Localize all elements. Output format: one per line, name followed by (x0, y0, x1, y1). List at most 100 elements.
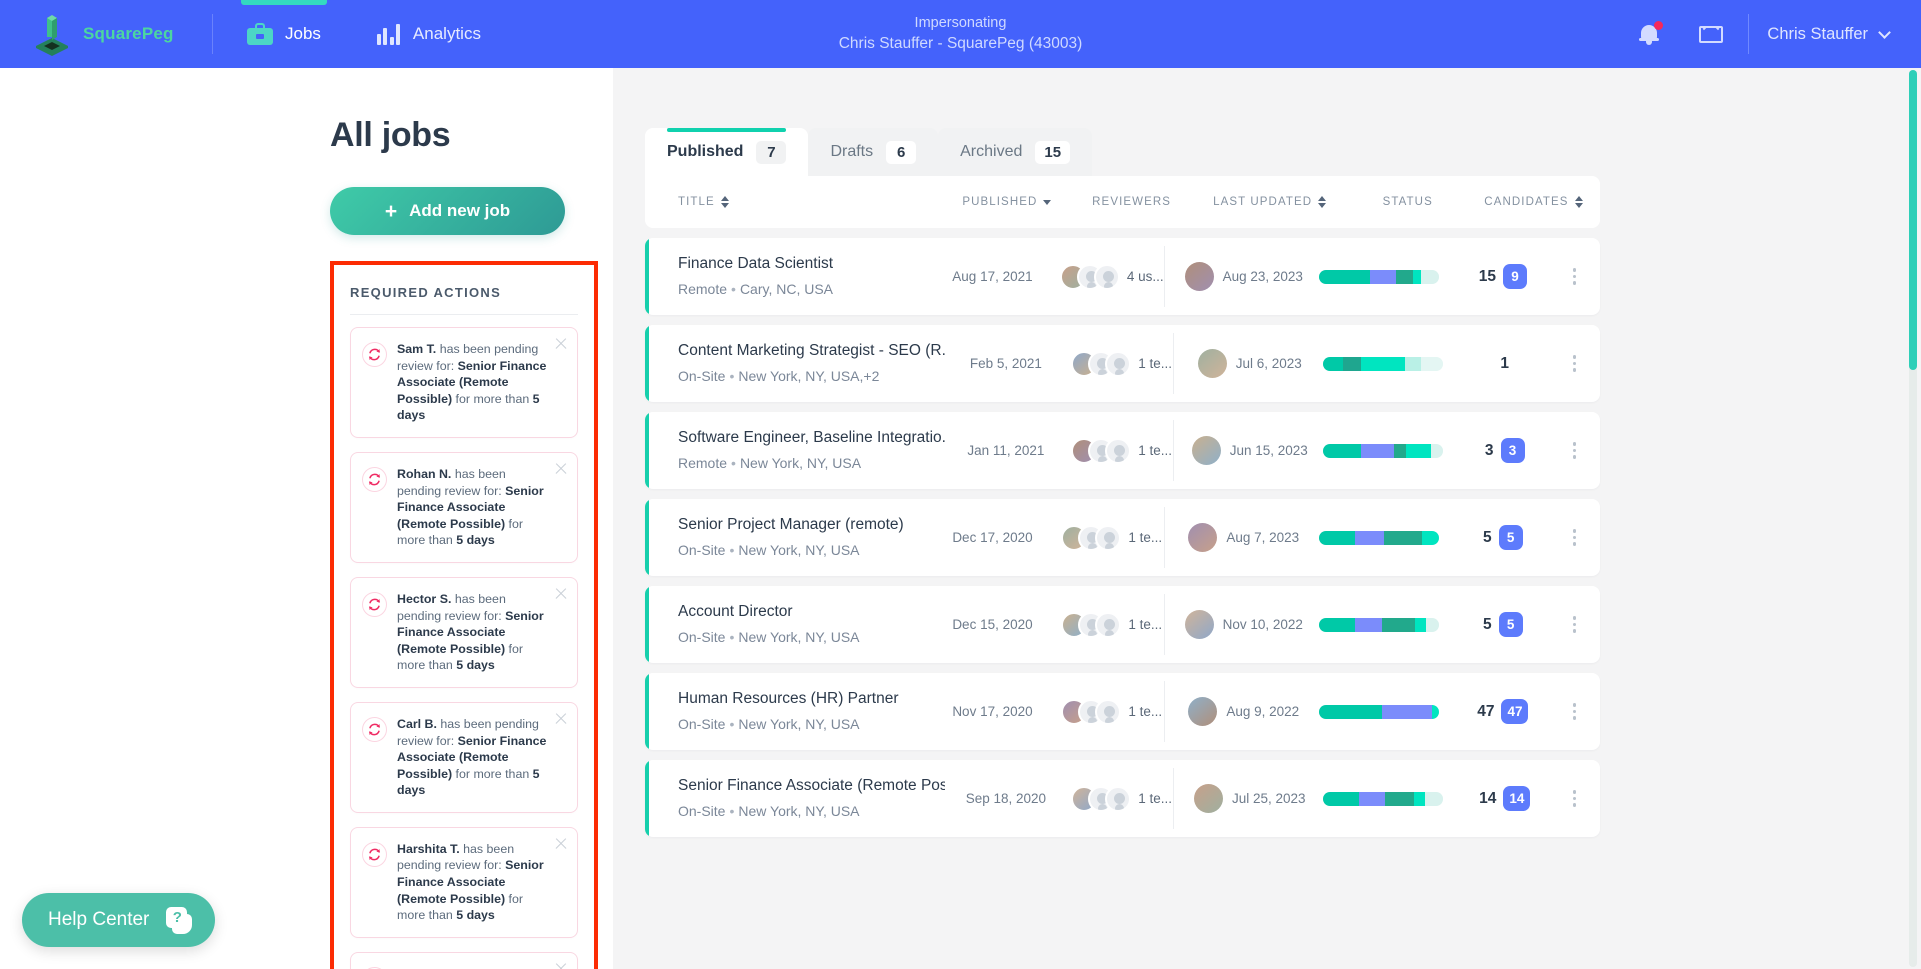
column-header-candidates[interactable]: CANDIDATES (1467, 196, 1600, 208)
table-row[interactable]: Software Engineer, Baseline Integratio..… (645, 412, 1600, 489)
close-icon[interactable] (554, 462, 568, 476)
sort-icon[interactable] (1574, 196, 1583, 208)
row-more-options-icon[interactable] (1567, 784, 1583, 813)
job-location: On-Site • New York, NY, USA (678, 542, 860, 558)
reviewers-count: 1 te... (1128, 617, 1163, 632)
row-candidates-cell[interactable]: 1 (1443, 355, 1567, 373)
tab-count: 15 (1035, 140, 1071, 164)
table-row[interactable]: Account Director On-Site • New York, NY, US… (645, 586, 1600, 663)
close-icon[interactable] (554, 962, 568, 969)
job-title: Software Engineer, Baseline Integratio..… (678, 429, 945, 446)
last-updated-date: Aug 23, 2023 (1222, 269, 1303, 284)
row-title-cell[interactable]: Senior Finance Associate (Remote Pos... O… (645, 775, 945, 822)
column-header-title[interactable]: TITLE (645, 196, 941, 208)
row-title-cell[interactable]: Human Resources (HR) Partner On-Site • New … (645, 688, 930, 735)
add-new-job-button[interactable]: + Add new job (330, 187, 565, 235)
nav-item-jobs[interactable]: Jobs (219, 0, 349, 68)
candidates-new-badge: 9 (1502, 264, 1527, 289)
row-reviewers-cell[interactable]: 1 te... (1067, 785, 1177, 812)
sort-icon[interactable] (720, 196, 729, 208)
row-more-options-icon[interactable] (1567, 349, 1583, 378)
status-bar (1322, 356, 1443, 371)
row-more-options-icon[interactable] (1567, 436, 1583, 465)
row-more-options-icon[interactable] (1567, 610, 1583, 639)
avatar-placeholder (1095, 524, 1122, 551)
row-reviewers-cell[interactable]: 1 te... (1067, 437, 1177, 464)
refresh-circle-icon (362, 716, 387, 742)
notifications-button[interactable] (1618, 0, 1680, 68)
row-reviewers-cell[interactable]: 1 te... (1067, 350, 1177, 377)
row-more-options-icon[interactable] (1567, 523, 1583, 552)
row-title-cell[interactable]: Senior Project Manager (remote) On-Site • N… (645, 514, 930, 561)
close-icon[interactable] (554, 712, 568, 726)
row-title-cell[interactable]: Account Director On-Site • New York, NY, US… (645, 601, 930, 648)
close-icon[interactable] (554, 337, 568, 351)
row-reviewers-cell[interactable]: 1 te... (1055, 698, 1168, 725)
row-reviewers-cell[interactable]: 4 us... (1055, 263, 1168, 290)
tab-count: 6 (886, 140, 917, 164)
job-location: On-Site • New York, NY, USA (678, 629, 860, 645)
messages-button[interactable] (1680, 0, 1742, 68)
tab-published[interactable]: Published 7 (645, 128, 809, 176)
sort-down-icon[interactable] (1043, 199, 1052, 205)
required-action-card[interactable]: Hector S. has been pending review for: S… (350, 576, 578, 688)
job-title: Finance Data Scientist (678, 255, 834, 272)
sort-icon[interactable] (1318, 196, 1327, 208)
candidates-new-badge: 47 (1501, 699, 1529, 724)
row-title-cell[interactable]: Content Marketing Strategist - SEO (R...… (645, 340, 945, 387)
status-segment (1415, 617, 1426, 632)
required-action-text: Hector S. has been pending review for: S… (397, 591, 544, 673)
status-bar (1322, 791, 1443, 806)
row-more-options-icon[interactable] (1567, 262, 1583, 291)
status-bar (1319, 530, 1440, 545)
avatar-placeholder (1095, 698, 1122, 725)
status-segment (1358, 791, 1386, 806)
table-row[interactable]: Senior Project Manager (remote) On-Site • N… (645, 499, 1600, 576)
user-menu[interactable]: Chris Stauffer (1767, 25, 1895, 44)
row-title-cell[interactable]: Software Engineer, Baseline Integratio..… (645, 427, 945, 474)
table-row[interactable]: Finance Data Scientist Remote • Cary, NC, U… (645, 238, 1600, 315)
candidates-total: 5 (1483, 528, 1492, 546)
close-icon[interactable] (554, 587, 568, 601)
status-segment (1405, 443, 1431, 458)
table-row[interactable]: Human Resources (HR) Partner On-Site • New … (645, 673, 1600, 750)
required-action-card[interactable]: Chintan S. has been pending review for: … (350, 951, 578, 969)
table-row[interactable]: Content Marketing Strategist - SEO (R...… (645, 325, 1600, 402)
bell-icon (1639, 21, 1664, 45)
last-updated-date: Aug 7, 2023 (1226, 530, 1300, 545)
candidates-new-badge: 5 (1498, 525, 1523, 550)
row-status-cell (1322, 791, 1443, 806)
required-action-card[interactable]: Rohan N. has been pending review for: Se… (350, 451, 578, 563)
page-scrollbar-thumb[interactable] (1909, 70, 1917, 370)
column-header-published[interactable]: PUBLISHED (941, 196, 1072, 208)
row-candidates-cell[interactable]: 55 (1439, 525, 1566, 550)
required-action-card[interactable]: Carl B. has been pending review for: Sen… (350, 701, 578, 813)
row-title-cell[interactable]: Finance Data Scientist Remote • Cary, NC, U… (645, 253, 930, 300)
candidates-total: 47 (1477, 702, 1495, 720)
row-reviewers-cell[interactable]: 1 te... (1055, 611, 1168, 638)
row-candidates-cell[interactable]: 14 14 (1443, 786, 1567, 811)
job-title: Account Director (678, 603, 793, 620)
row-reviewers-cell[interactable]: 1 te... (1055, 524, 1168, 551)
row-candidates-cell[interactable]: 15 9 (1439, 264, 1566, 289)
required-action-card[interactable]: Sam T. has been pending review for: Seni… (350, 327, 578, 438)
avatar (1184, 262, 1214, 291)
row-published-date: Aug 17, 2021 (952, 269, 1033, 284)
close-icon[interactable] (554, 837, 568, 851)
row-more-options-icon[interactable] (1567, 697, 1583, 726)
nav-item-analytics[interactable]: Analytics (349, 0, 509, 68)
reviewer-avatars (1071, 785, 1132, 812)
tab-drafts[interactable]: Drafts 6 (808, 128, 939, 176)
row-candidates-cell[interactable]: 55 (1439, 612, 1566, 637)
row-candidates-cell[interactable]: 33 (1443, 438, 1567, 463)
brand-logo-area[interactable]: SquarePeg (30, 12, 200, 56)
row-candidates-cell[interactable]: 47 47 (1439, 699, 1566, 724)
avatar (1188, 697, 1218, 726)
table-row[interactable]: Senior Finance Associate (Remote Pos... O… (645, 760, 1600, 837)
help-center-button[interactable]: Help Center ? (22, 893, 216, 947)
required-action-card[interactable]: Harshita T. has been pending review for:… (350, 826, 578, 938)
status-segment (1322, 443, 1362, 458)
impersonating-label: Impersonating (914, 15, 1007, 31)
tab-archived[interactable]: Archived 15 (938, 128, 1093, 176)
column-header-last-updated[interactable]: LAST UPDATED (1191, 196, 1349, 208)
